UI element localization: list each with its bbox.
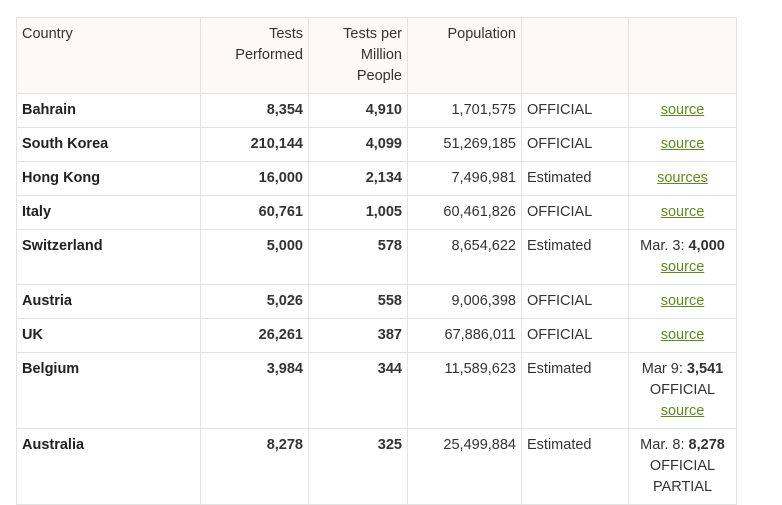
population-cell: 8,654,622 — [407, 229, 522, 285]
per-million-cell: 2,134 — [308, 161, 408, 196]
source-date: Mar. 8: — [640, 437, 689, 453]
country-cell: Switzerland — [16, 229, 201, 285]
header-tests-per-million[interactable]: Tests per Million People — [308, 17, 408, 94]
population-cell: 51,269,185 — [407, 127, 522, 162]
country-cell: Belgium — [16, 352, 201, 429]
status-cell: OFFICIAL — [521, 318, 629, 353]
status-cell: OFFICIAL — [521, 93, 629, 128]
population-cell: 11,589,623 — [407, 352, 522, 429]
source-date: Mar. 3: — [640, 238, 689, 254]
table-row: Hong Kong 16,000 2,134 7,496,981 Estimat… — [16, 161, 737, 196]
status-cell: Estimated — [521, 229, 629, 285]
source-count: 3,541 — [686, 361, 724, 377]
per-million-cell: 325 — [308, 428, 408, 505]
population-cell: 7,496,981 — [407, 161, 522, 196]
country-cell: Austria — [16, 284, 201, 319]
country-cell: Bahrain — [16, 93, 201, 128]
table-row: Belgium 3,984 344 11,589,623 Estimated M… — [16, 352, 737, 429]
table-row: Australia 8,278 325 25,499,884 Estimated… — [16, 428, 737, 505]
population-cell: 9,006,398 — [407, 284, 522, 319]
country-cell: UK — [16, 318, 201, 353]
population-cell: 25,499,884 — [407, 428, 522, 505]
population-cell: 1,701,575 — [407, 93, 522, 128]
status-cell: OFFICIAL — [521, 127, 629, 162]
source-cell: Mar 9: 3,541 OFFICIAL source — [628, 352, 737, 429]
tests-cell: 16,000 — [200, 161, 309, 196]
status-cell: OFFICIAL — [521, 195, 629, 230]
source-cell: Mar. 3: 4,000 source — [628, 229, 737, 285]
per-million-cell: 344 — [308, 352, 408, 429]
source-link[interactable]: source — [661, 136, 705, 152]
source-link[interactable]: source — [661, 327, 705, 343]
source-cell: sources — [628, 161, 737, 196]
source-cell: source — [628, 93, 737, 128]
tests-cell: 26,261 — [200, 318, 309, 353]
header-tests-performed[interactable]: Tests Performed — [200, 17, 309, 94]
tests-cell: 210,144 — [200, 127, 309, 162]
source-link[interactable]: source — [661, 204, 705, 220]
tests-cell: 5,000 — [200, 229, 309, 285]
sources-link[interactable]: sources — [657, 170, 708, 186]
per-million-cell: 1,005 — [308, 195, 408, 230]
country-cell: Italy — [16, 195, 201, 230]
source-cell: source — [628, 127, 737, 162]
tests-cell: 60,761 — [200, 195, 309, 230]
header-row: Country Tests Performed Tests per Millio… — [16, 17, 737, 94]
header-status — [521, 17, 629, 94]
per-million-cell: 387 — [308, 318, 408, 353]
per-million-cell: 4,099 — [308, 127, 408, 162]
status-cell: Estimated — [521, 352, 629, 429]
tests-cell: 8,354 — [200, 93, 309, 128]
tests-cell: 5,026 — [200, 284, 309, 319]
status-cell: Estimated — [521, 161, 629, 196]
table-row: Austria 5,026 558 9,006,398 OFFICIAL sou… — [16, 284, 737, 319]
table-row: Italy 60,761 1,005 60,461,826 OFFICIAL s… — [16, 195, 737, 230]
header-source — [628, 17, 737, 94]
status-cell: OFFICIAL — [521, 284, 629, 319]
population-cell: 67,886,011 — [407, 318, 522, 353]
per-million-cell: 558 — [308, 284, 408, 319]
source-cell: source — [628, 195, 737, 230]
per-million-cell: 578 — [308, 229, 408, 285]
header-country[interactable]: Country — [16, 17, 201, 94]
source-status: OFFICIAL — [649, 382, 716, 398]
country-cell: Hong Kong — [16, 161, 201, 196]
table-row: Switzerland 5,000 578 8,654,622 Estimate… — [16, 229, 737, 285]
table-row: UK 26,261 387 67,886,011 OFFICIAL source — [16, 318, 737, 353]
source-date: Mar 9: — [641, 361, 687, 377]
source-status: OFFICIAL PARTIAL — [649, 458, 716, 495]
country-cell: South Korea — [16, 127, 201, 162]
country-cell: Australia — [16, 428, 201, 505]
source-count: 8,278 — [688, 437, 725, 453]
source-cell: source — [628, 284, 737, 319]
tests-cell: 3,984 — [200, 352, 309, 429]
source-count: 4,000 — [688, 238, 725, 254]
tests-cell: 8,278 — [200, 428, 309, 505]
per-million-cell: 4,910 — [308, 93, 408, 128]
source-cell: source — [628, 318, 737, 353]
table-row: Bahrain 8,354 4,910 1,701,575 OFFICIAL s… — [16, 93, 737, 128]
header-population[interactable]: Population — [407, 17, 522, 94]
source-cell: Mar. 8: 8,278 OFFICIAL PARTIAL — [628, 428, 737, 505]
status-cell: Estimated — [521, 428, 629, 505]
testing-table: Country Tests Performed Tests per Millio… — [16, 17, 737, 505]
source-link[interactable]: source — [661, 259, 705, 275]
table-row: South Korea 210,144 4,099 51,269,185 OFF… — [16, 127, 737, 162]
source-link[interactable]: source — [661, 293, 705, 309]
population-cell: 60,461,826 — [407, 195, 522, 230]
source-link[interactable]: source — [661, 102, 705, 118]
source-link[interactable]: source — [661, 403, 705, 419]
